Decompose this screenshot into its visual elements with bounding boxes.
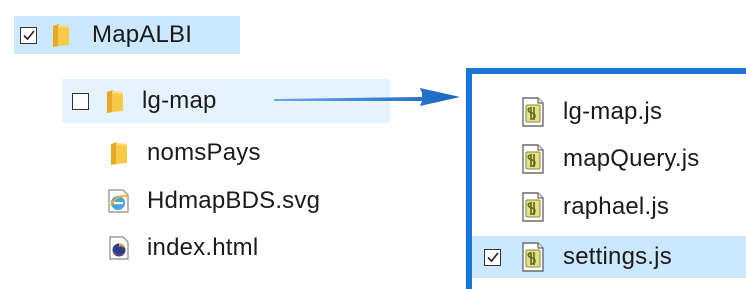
js-script-file-icon <box>521 97 545 127</box>
file-item-label: mapQuery.js <box>563 145 700 172</box>
js-script-file-icon <box>521 144 545 174</box>
firefox-html-file-icon <box>109 236 129 260</box>
folder-icon <box>50 22 72 48</box>
js-files-panel: lg-map.js mapQuery.js raphael.js setting… <box>466 68 746 289</box>
ie-svg-file-icon <box>108 189 129 213</box>
lg-map-checkbox[interactable] <box>72 92 89 110</box>
tree-item-label: nomsPays <box>147 139 261 166</box>
check-icon <box>22 28 36 42</box>
settings-js-checkbox[interactable] <box>484 248 501 266</box>
tree-item-nomspays[interactable]: nomsPays <box>108 134 328 172</box>
js-script-file-icon <box>521 242 545 272</box>
file-item-label: raphael.js <box>563 193 670 220</box>
file-item-lg-map-js[interactable]: lg-map.js <box>472 92 746 132</box>
tree-item-label: index.html <box>147 234 259 261</box>
file-item-settings-js[interactable]: settings.js <box>472 236 746 278</box>
file-item-raphael-js[interactable]: raphael.js <box>472 187 746 227</box>
folder-icon <box>104 88 126 114</box>
file-item-label: settings.js <box>563 243 672 270</box>
tree-item-index-html[interactable]: index.html <box>106 229 316 267</box>
mapalbi-checkbox[interactable] <box>20 26 37 44</box>
tree-item-label: MapALBI <box>92 21 193 48</box>
file-item-label: lg-map.js <box>563 98 663 125</box>
tree-item-hdmapbds-svg[interactable]: HdmapBDS.svg <box>106 182 356 220</box>
arrow-icon <box>274 88 460 106</box>
tree-item-label: lg-map <box>142 87 217 114</box>
tree-item-mapalbi[interactable]: MapALBI <box>14 16 240 54</box>
file-item-mapquery-js[interactable]: mapQuery.js <box>472 139 746 179</box>
folder-icon <box>108 140 130 166</box>
js-script-file-icon <box>521 192 545 222</box>
tree-item-label: HdmapBDS.svg <box>147 187 321 214</box>
check-icon <box>486 250 500 264</box>
